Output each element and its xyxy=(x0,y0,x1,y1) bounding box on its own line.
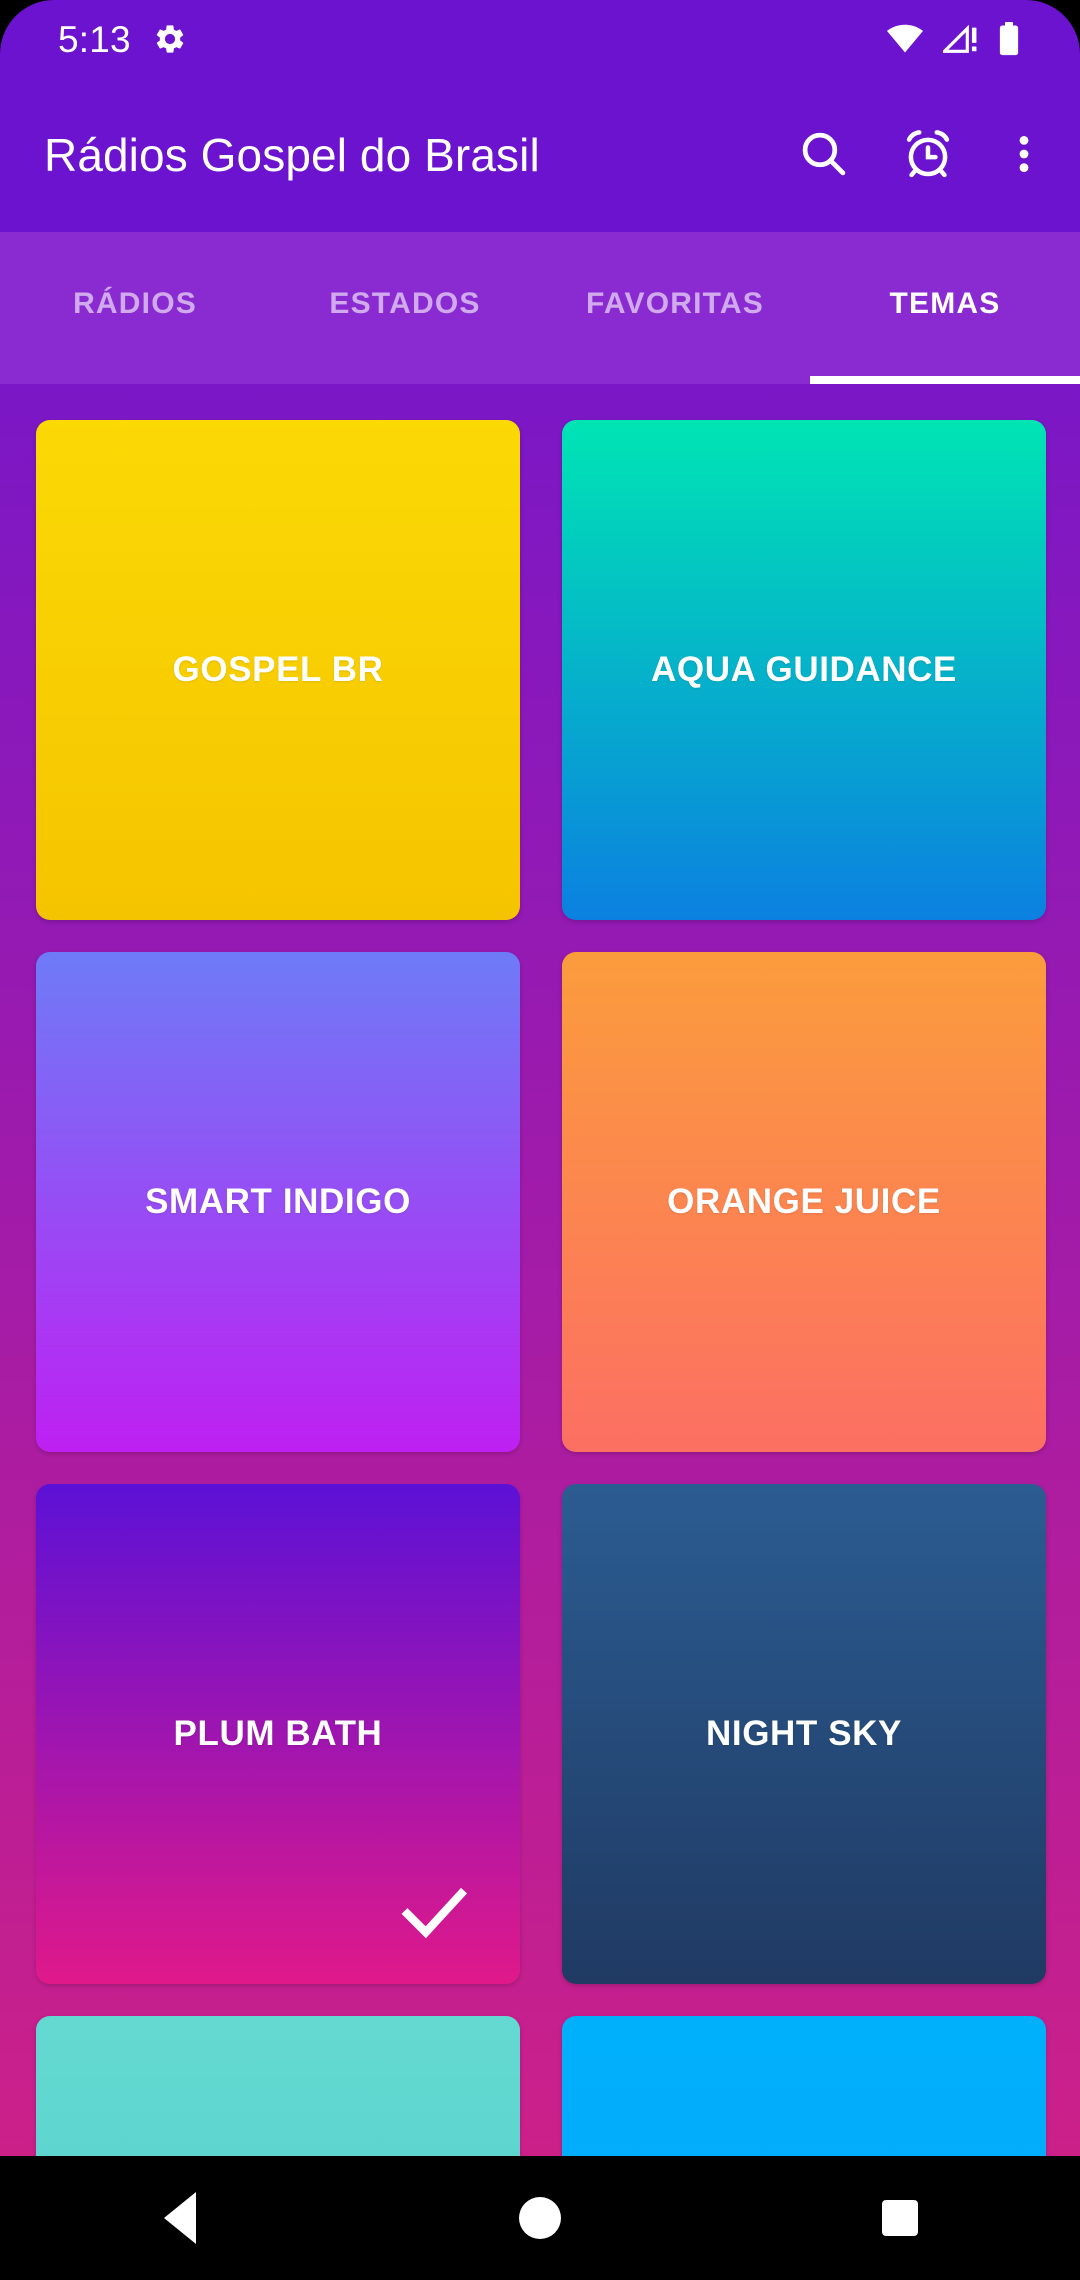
tab-label: TEMAS xyxy=(889,287,1001,320)
system-navigation-bar xyxy=(0,2156,1080,2280)
theme-name: PLUM BATH xyxy=(173,1714,383,1753)
tab-label: FAVORITAS xyxy=(585,287,765,320)
theme-card[interactable]: AQUA GUIDANCE xyxy=(562,420,1046,920)
theme-name: NIGHT SKY xyxy=(706,1714,902,1753)
search-button[interactable] xyxy=(772,103,876,207)
more-vertical-icon xyxy=(1000,130,1048,181)
triangle-back-icon xyxy=(164,2192,196,2244)
status-bar-left: 5:13 xyxy=(58,21,187,58)
tab-estados[interactable]: ESTADOS xyxy=(270,232,540,384)
theme-card[interactable]: ORANGE JUICE xyxy=(562,952,1046,1452)
page-title: Rádios Gospel do Brasil xyxy=(44,129,540,181)
themes-scroll-area[interactable]: GOSPEL BR AQUA GUIDANCE SMART INDIGO ORA… xyxy=(0,384,1080,2156)
tab-temas[interactable]: TEMAS xyxy=(810,232,1080,384)
theme-name: ORANGE JUICE xyxy=(667,1182,941,1221)
tab-bar: RÁDIOS ESTADOS FAVORITAS TEMAS xyxy=(0,232,1080,384)
tab-favoritas[interactable]: FAVORITAS xyxy=(540,232,810,384)
tab-radios[interactable]: RÁDIOS xyxy=(0,232,270,384)
status-clock: 5:13 xyxy=(58,18,131,60)
check-icon xyxy=(396,1874,472,1950)
circle-home-icon xyxy=(519,2197,561,2239)
theme-card[interactable]: SMART INDIGO xyxy=(36,952,520,1452)
theme-name: SMART INDIGO xyxy=(145,1182,411,1221)
nav-recents-button[interactable] xyxy=(810,2156,990,2280)
alarm-clock-icon xyxy=(901,127,955,184)
themes-grid: GOSPEL BR AQUA GUIDANCE SMART INDIGO ORA… xyxy=(0,384,1080,2156)
theme-name: GOSPEL BR xyxy=(172,650,384,689)
theme-card[interactable]: PLUM BATH xyxy=(36,1484,520,1984)
square-recents-icon xyxy=(882,2200,918,2236)
tab-label: RÁDIOS xyxy=(73,287,197,320)
overflow-menu-button[interactable] xyxy=(980,103,1068,207)
theme-card[interactable]: NIGHT SKY xyxy=(562,1484,1046,1984)
phone-screen: 5:13 Rádios Gospel do Brasil RÁDIOS ESTA… xyxy=(0,0,1080,2280)
search-icon xyxy=(797,127,851,184)
nav-back-button[interactable] xyxy=(90,2156,270,2280)
cellular-signal-icon xyxy=(943,24,979,54)
alarm-button[interactable] xyxy=(876,103,980,207)
app-bar: Rádios Gospel do Brasil xyxy=(0,78,1080,232)
status-bar: 5:13 xyxy=(0,0,1080,78)
theme-card[interactable] xyxy=(562,2016,1046,2156)
app-bar-actions xyxy=(772,103,1068,207)
wifi-icon xyxy=(886,24,924,54)
theme-card[interactable] xyxy=(36,2016,520,2156)
status-bar-right xyxy=(886,22,1040,56)
gear-icon xyxy=(153,22,187,56)
battery-icon xyxy=(998,22,1020,56)
nav-home-button[interactable] xyxy=(450,2156,630,2280)
theme-card[interactable]: GOSPEL BR xyxy=(36,420,520,920)
tab-label: ESTADOS xyxy=(329,287,481,320)
theme-name: AQUA GUIDANCE xyxy=(651,650,957,689)
